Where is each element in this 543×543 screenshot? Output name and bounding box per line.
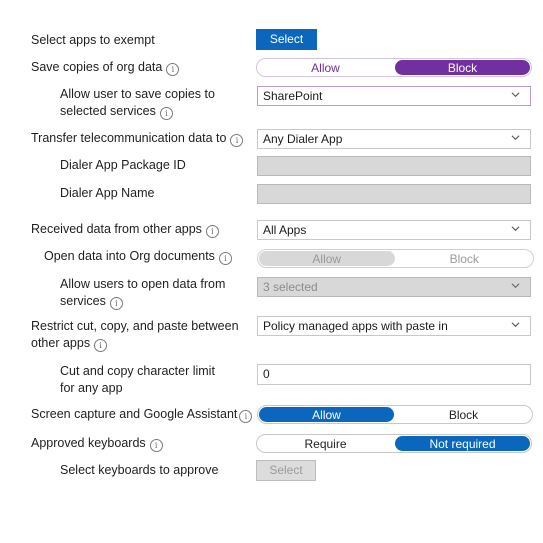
- restrict-cut-copy-label-line2: other apps: [31, 336, 91, 350]
- screen-capture-toggle[interactable]: Allow Block: [257, 405, 533, 424]
- transfer-telecom-dropdown[interactable]: Any Dialer App: [257, 129, 531, 149]
- dialer-package-id-input[interactable]: [257, 156, 531, 176]
- transfer-telecom-value: Any Dialer App: [263, 132, 343, 146]
- screen-capture-label-text: Screen capture and Google Assistant: [31, 407, 238, 421]
- screen-capture-allow-option[interactable]: Allow: [259, 407, 394, 422]
- dialer-package-id-label: Dialer App Package ID: [60, 158, 186, 172]
- received-data-value: All Apps: [263, 223, 307, 237]
- info-icon[interactable]: i: [230, 134, 244, 147]
- allow-save-copies-label-line2: selected services: [60, 104, 156, 118]
- approved-keyboards-toggle[interactable]: Require Not required: [256, 434, 532, 453]
- allow-open-data-label-line2: services: [60, 294, 106, 308]
- dialer-app-name-input[interactable]: [257, 184, 531, 204]
- char-limit-label-line1: Cut and copy character limit: [60, 364, 215, 378]
- allow-save-copies-label: Allow user to save copies to selected se…: [60, 86, 215, 120]
- screen-capture-label: Screen capture and Google Assistant i: [31, 406, 253, 423]
- restrict-cut-copy-label-line1: Restrict cut, copy, and paste between: [31, 319, 239, 333]
- dialer-app-name-label: Dialer App Name: [60, 186, 155, 200]
- char-limit-label-line2: for any app: [60, 381, 123, 395]
- info-icon[interactable]: i: [205, 225, 219, 238]
- save-copies-label: Save copies of org data i: [31, 59, 180, 76]
- approved-keyboards-require-option[interactable]: Require: [258, 436, 393, 451]
- select-keyboards-label: Select keyboards to approve: [60, 463, 219, 477]
- char-limit-label: Cut and copy character limit for any app: [60, 363, 215, 397]
- chevron-down-icon: [511, 226, 520, 232]
- received-data-dropdown[interactable]: All Apps: [257, 220, 531, 240]
- info-icon[interactable]: i: [109, 297, 123, 310]
- restrict-cut-copy-value: Policy managed apps with paste in: [263, 319, 448, 333]
- open-data-label: Open data into Org documents i: [44, 248, 232, 265]
- info-icon[interactable]: i: [166, 63, 180, 76]
- chevron-down-icon: [511, 92, 520, 98]
- restrict-cut-copy-label: Restrict cut, copy, and paste between ot…: [31, 318, 239, 352]
- info-icon[interactable]: i: [94, 339, 108, 352]
- select-apps-to-exempt-label: Select apps to exempt: [31, 33, 155, 47]
- select-exempt-apps-button[interactable]: Select: [256, 29, 317, 50]
- open-data-label-text: Open data into Org documents: [44, 249, 215, 263]
- select-keyboards-button: Select: [256, 460, 316, 481]
- save-copies-toggle[interactable]: Allow Block: [256, 58, 532, 77]
- allow-save-copies-label-line1: Allow user to save copies to: [60, 87, 215, 101]
- chevron-down-icon: [511, 283, 520, 289]
- char-limit-input[interactable]: 0: [257, 364, 531, 385]
- info-icon[interactable]: i: [218, 252, 232, 265]
- approved-keyboards-label: Approved keyboards i: [31, 435, 163, 452]
- transfer-telecom-label-text: Transfer telecommunication data to: [31, 131, 227, 145]
- chevron-down-icon: [511, 322, 520, 328]
- received-data-label-text: Received data from other apps: [31, 222, 202, 236]
- open-data-block-option: Block: [449, 252, 479, 266]
- info-icon[interactable]: i: [149, 439, 163, 452]
- screen-capture-block-option[interactable]: Block: [396, 407, 531, 422]
- received-data-label: Received data from other apps i: [31, 221, 219, 238]
- chevron-down-icon: [511, 135, 520, 141]
- allow-open-data-label: Allow users to open data from services i: [60, 276, 225, 310]
- restrict-cut-copy-dropdown[interactable]: Policy managed apps with paste in: [257, 316, 531, 336]
- open-data-services-value: 3 selected: [263, 280, 318, 294]
- approved-keyboards-label-text: Approved keyboards: [31, 436, 146, 450]
- save-copies-allow-option[interactable]: Allow: [258, 60, 393, 75]
- save-services-dropdown[interactable]: SharePoint: [257, 86, 531, 106]
- allow-open-data-label-line1: Allow users to open data from: [60, 277, 226, 291]
- save-copies-label-text: Save copies of org data: [31, 60, 163, 74]
- approved-keyboards-not-required-option[interactable]: Not required: [395, 436, 530, 451]
- open-data-toggle: Allow Block: [257, 249, 534, 268]
- open-data-services-dropdown: 3 selected: [257, 277, 531, 297]
- open-data-allow-option: Allow: [259, 251, 395, 266]
- save-copies-block-option[interactable]: Block: [395, 60, 530, 75]
- info-icon[interactable]: i: [159, 107, 173, 120]
- transfer-telecom-label: Transfer telecommunication data to i: [31, 130, 244, 147]
- save-services-value: SharePoint: [263, 89, 323, 103]
- info-icon[interactable]: i: [239, 410, 253, 423]
